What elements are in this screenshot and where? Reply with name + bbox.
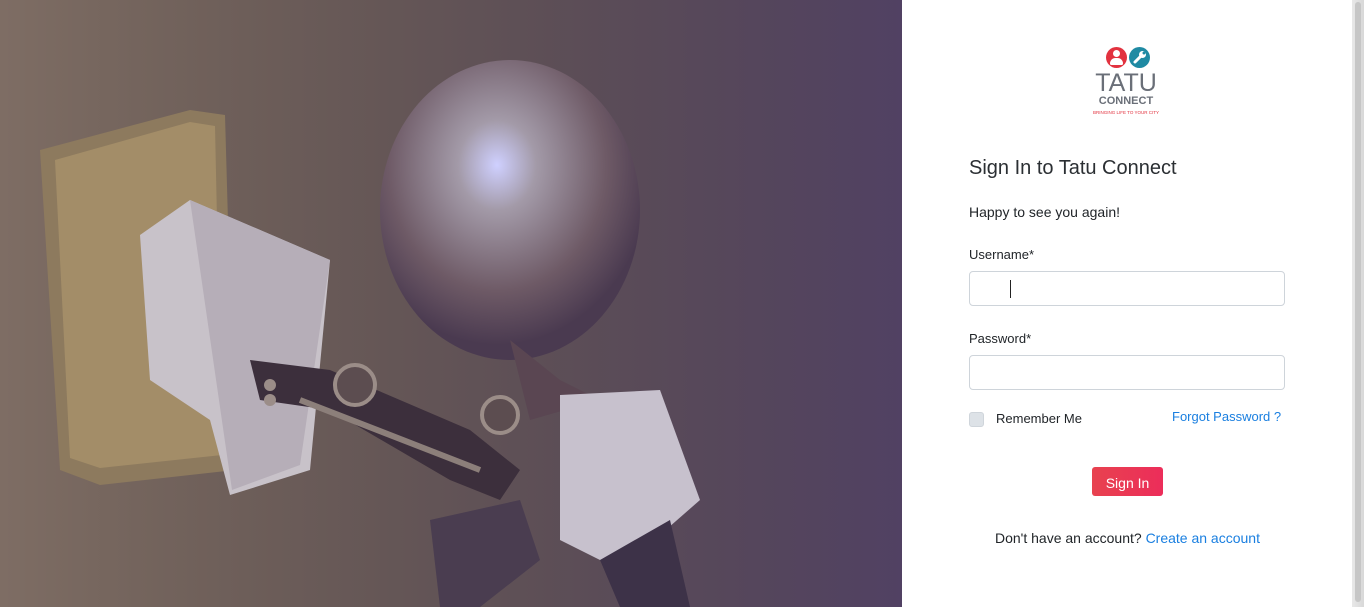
- wrench-icon: [1129, 47, 1150, 68]
- logo-tagline: BRINGING LIFE TO YOUR CITY: [1093, 110, 1160, 115]
- greeting-text: Happy to see you again!: [969, 204, 1120, 220]
- sign-in-panel: TATU CONNECT BRINGING LIFE TO YOUR CITY …: [902, 0, 1352, 607]
- forgot-password-link[interactable]: Forgot Password ?: [1172, 409, 1281, 424]
- hero-image: [0, 0, 902, 607]
- username-input[interactable]: [969, 271, 1285, 306]
- page-title: Sign In to Tatu Connect: [969, 157, 1177, 179]
- no-account-text: Don't have an account?: [995, 530, 1142, 546]
- text-cursor: [1010, 280, 1011, 298]
- remember-me-label[interactable]: Remember Me: [996, 411, 1082, 426]
- scrollbar-thumb[interactable]: [1355, 2, 1361, 602]
- password-label: Password*: [969, 331, 1032, 346]
- logo-subword: CONNECT: [1098, 95, 1154, 107]
- username-label: Username*: [969, 247, 1035, 262]
- sign-in-button[interactable]: Sign In: [1092, 467, 1163, 496]
- tatu-connect-logo: TATU CONNECT BRINGING LIFE TO YOUR CITY: [1093, 44, 1159, 120]
- create-account-prompt: Don't have an account? Create an account: [995, 530, 1260, 546]
- user-icon: [1106, 47, 1127, 68]
- create-account-link[interactable]: Create an account: [1146, 530, 1260, 546]
- bulb-illustration: [0, 0, 902, 607]
- password-input[interactable]: [969, 355, 1285, 390]
- page-scrollbar[interactable]: [1352, 0, 1364, 607]
- remember-me-checkbox[interactable]: [969, 412, 984, 427]
- logo-wordmark: TATU: [1095, 69, 1157, 97]
